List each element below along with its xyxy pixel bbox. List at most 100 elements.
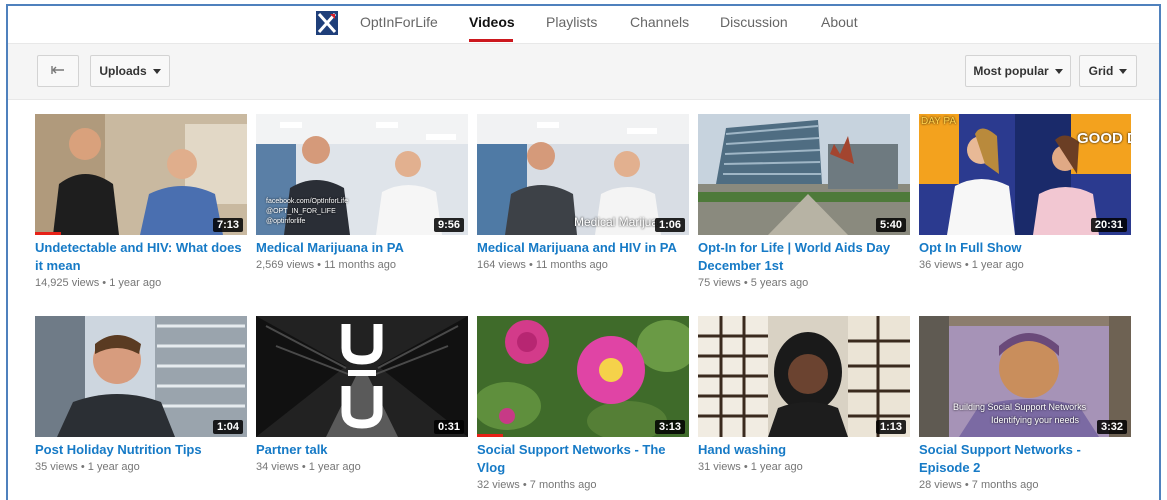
toolbar: Uploads Most popular Grid [8,44,1159,100]
chevron-down-icon [1119,68,1128,74]
upload-age: 7 months ago [971,479,1039,491]
video-duration: 1:06 [654,218,685,232]
active-tab-indicator [469,39,513,42]
video-meta: 14,925 views • 1 year ago [35,277,161,289]
meta-separator: • [317,259,322,271]
video-meta: 36 views • 1 year ago [919,259,1024,271]
chevron-down-icon [1054,68,1063,74]
meta-separator: • [743,277,748,289]
meta-separator: • [964,479,969,491]
arrow-left-icon [51,64,65,78]
video-title-link[interactable]: Post Holiday Nutrition Tips [35,441,247,459]
video-duration: 3:13 [654,420,685,434]
video-thumbnail[interactable]: DAY PA GOOD DAY 20:31 [919,114,1131,235]
meta-separator: • [964,259,969,271]
meta-separator: • [528,259,533,271]
video-overlay-caption: Building Social Support Networks [953,402,1087,412]
social-overlay-text: @optinforlife [266,218,306,225]
upload-age: 1 year ago [109,277,162,289]
meta-separator: • [743,461,748,473]
video-meta: 164 views • 11 months ago [477,259,608,271]
sort-label: Most popular [973,64,1049,78]
video-thumbnail[interactable]: facebook.com/OptInforLife @OPT_IN_FOR_LI… [256,114,468,235]
video-title-link[interactable]: Opt-In for Life | World Aids Day Decembe… [698,239,910,275]
view-count: 36 views [919,259,962,271]
video-duration: 3:32 [1096,420,1127,434]
video-meta: 28 views • 7 months ago [919,479,1038,491]
upload-age: 11 months ago [535,259,608,271]
video-duration: 0:31 [433,420,464,434]
video-title-link[interactable]: Social Support Networks - The Vlog [477,441,689,477]
upload-age: 1 year ago [308,461,361,473]
tab-playlists[interactable]: Playlists [546,14,597,30]
video-title-link[interactable]: Social Support Networks - Episode 2 [919,441,1131,477]
video-meta: 31 views • 1 year ago [698,461,803,473]
video-title-link[interactable]: Medical Marijuana in PA [256,239,468,257]
video-title-link[interactable]: Partner talk [256,441,468,459]
video-thumbnail[interactable]: Medical Marijua 1:06 [477,114,689,235]
watch-progress-bar [477,434,503,437]
video-meta: 35 views • 1 year ago [35,461,140,473]
video-duration: 9:56 [433,218,464,232]
channel-name-link[interactable]: OptInForLife [360,14,438,30]
sort-dropdown[interactable]: Most popular [965,55,1071,87]
channel-nav: OptInForLife Videos Playlists Channels D… [8,6,1159,44]
channel-logo-icon[interactable] [316,11,338,35]
video-thumbnail[interactable]: 5:40 [698,114,910,235]
meta-separator: • [301,461,306,473]
video-duration: 20:31 [1090,218,1127,232]
youtube-channel-page: OptInForLife Videos Playlists Channels D… [6,4,1161,500]
video-thumbnail[interactable]: 0:31 [256,316,468,437]
upload-age: 1 year ago [750,461,803,473]
upload-age: 1 year ago [971,259,1024,271]
view-count: 14,925 views [35,277,100,289]
view-count: 164 views [477,259,526,271]
view-dropdown[interactable]: Grid [1079,55,1137,87]
upload-age: 5 years ago [750,277,809,289]
video-thumbnail[interactable]: 1:13 [698,316,910,437]
show-overlay-text: DAY PA [921,116,957,127]
back-button[interactable] [37,55,79,87]
video-duration: 7:13 [212,218,243,232]
meta-separator: • [522,479,527,491]
video-title-link[interactable]: Undetectable and HIV: What does it mean [35,239,247,275]
upload-age: 7 months ago [529,479,597,491]
chevron-down-icon [152,68,161,74]
social-overlay-text: facebook.com/OptInforLife [266,198,349,205]
tab-channels[interactable]: Channels [630,14,689,30]
video-thumbnail[interactable]: 7:13 [35,114,247,235]
upload-age: 11 months ago [324,259,397,271]
video-meta: 75 views • 5 years ago [698,277,808,289]
video-title-link[interactable]: Hand washing [698,441,910,459]
view-count: 75 views [698,277,741,289]
view-label: Grid [1088,64,1114,78]
uploads-dropdown[interactable]: Uploads [90,55,170,87]
video-meta: 32 views • 7 months ago [477,479,596,491]
video-meta: 34 views • 1 year ago [256,461,361,473]
view-count: 32 views [477,479,520,491]
video-title-link[interactable]: Medical Marijuana and HIV in PA [477,239,689,257]
social-overlay-text: @OPT_IN_FOR_LIFE [266,208,336,215]
meta-separator: • [80,461,85,473]
video-overlay-caption: Identifying your needs [991,415,1080,425]
watch-progress-bar [35,232,61,235]
video-thumbnail[interactable]: 3:13 [477,316,689,437]
video-duration: 1:04 [212,420,243,434]
view-count: 2,569 views [256,259,315,271]
view-count: 28 views [919,479,962,491]
video-duration: 1:13 [875,420,906,434]
tab-about[interactable]: About [821,14,858,30]
view-count: 34 views [256,461,299,473]
video-thumbnail[interactable]: 1:04 [35,316,247,437]
uploads-label: Uploads [99,64,147,78]
show-overlay-text: GOOD DAY [1077,130,1131,147]
video-meta: 2,569 views • 11 months ago [256,259,396,271]
upload-age: 1 year ago [87,461,140,473]
view-count: 31 views [698,461,741,473]
view-count: 35 views [35,461,78,473]
meta-separator: • [102,277,107,289]
tab-discussion[interactable]: Discussion [720,14,788,30]
video-title-link[interactable]: Opt In Full Show [919,239,1131,257]
video-thumbnail[interactable]: Building Social Support Networks Identif… [919,316,1131,437]
tab-videos[interactable]: Videos [469,14,515,30]
